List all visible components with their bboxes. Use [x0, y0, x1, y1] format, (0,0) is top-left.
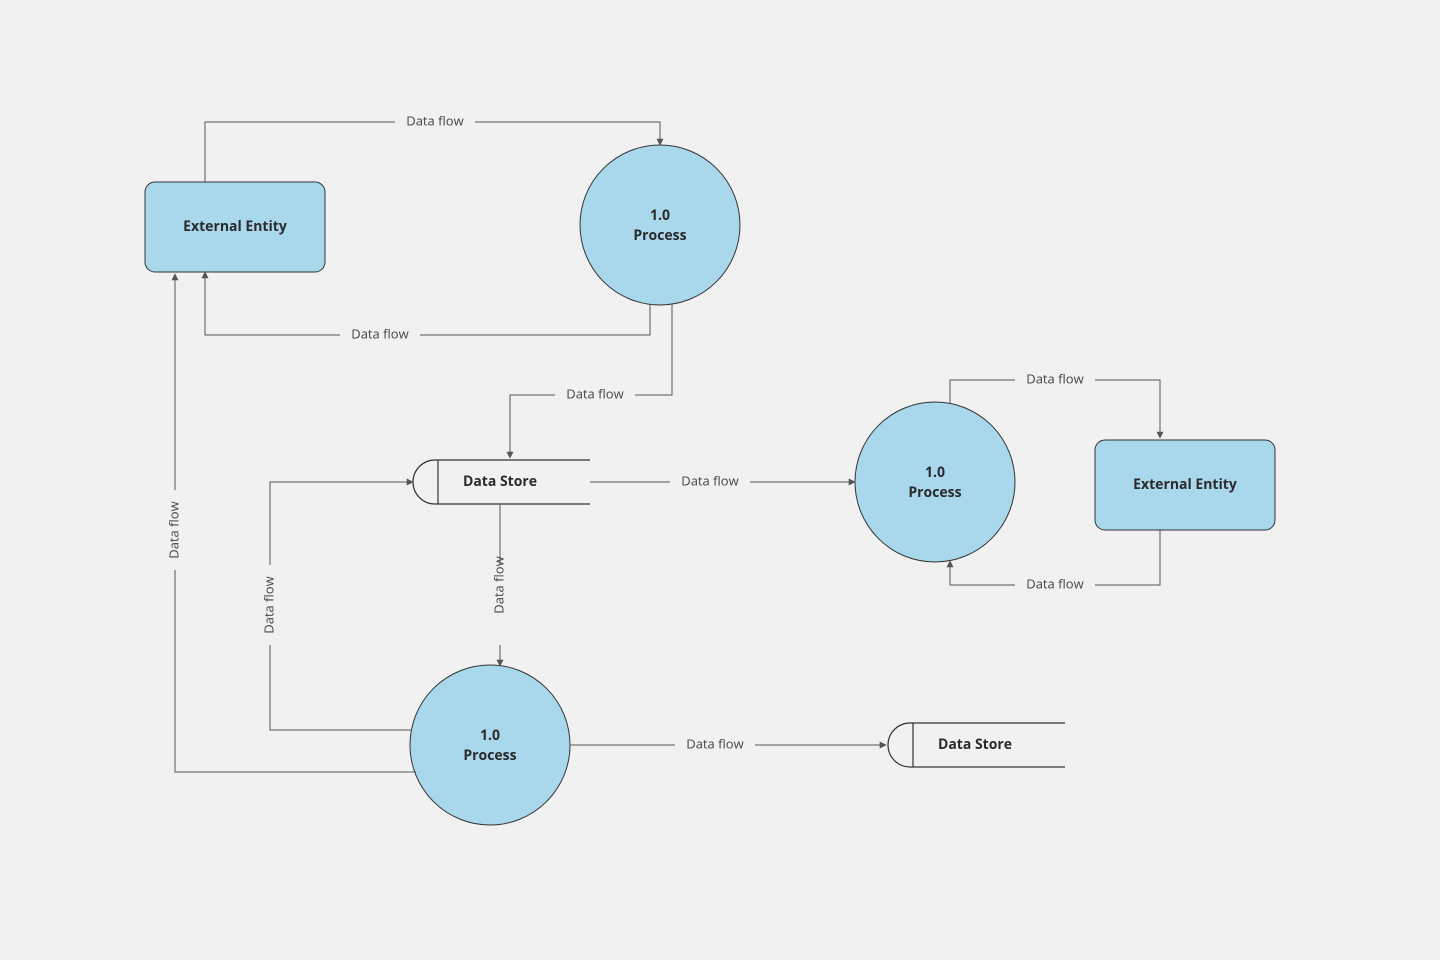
flow-process1-to-ds1: Data flow: [510, 304, 672, 458]
process-3-name: Process: [463, 746, 516, 765]
svg-text:Data flow: Data flow: [259, 576, 277, 633]
process-2-id: 1.0: [925, 463, 945, 482]
flow-ds1-to-process2: Data flow: [590, 471, 855, 492]
flow-process3-to-ds1: Data flow: [259, 482, 413, 730]
dfd-canvas: External Entity 1.0 Process Data Store 1…: [0, 0, 1440, 960]
flow-process3-to-ds2: Data flow: [570, 734, 886, 755]
process-1-id: 1.0: [650, 206, 670, 225]
external-entity-2-label: External Entity: [1133, 475, 1237, 494]
process-3[interactable]: 1.0 Process: [410, 665, 570, 825]
external-entity-2[interactable]: External Entity: [1095, 440, 1275, 530]
flow-ds1-to-process3: Data flow: [489, 504, 510, 666]
svg-text:Data flow: Data flow: [681, 471, 738, 489]
svg-text:Data flow: Data flow: [406, 111, 463, 129]
data-store-1[interactable]: Data Store: [413, 460, 590, 504]
data-store-2[interactable]: Data Store: [888, 723, 1065, 767]
process-2-name: Process: [908, 483, 961, 502]
svg-text:Data flow: Data flow: [686, 734, 743, 752]
flow-process1-to-entity1: Data flow: [205, 272, 650, 345]
process-3-id: 1.0: [480, 726, 500, 745]
external-entity-1[interactable]: External Entity: [145, 182, 325, 272]
svg-text:Data flow: Data flow: [164, 501, 182, 558]
external-entity-1-label: External Entity: [183, 217, 287, 236]
svg-text:Data flow: Data flow: [566, 384, 623, 402]
svg-text:Data flow: Data flow: [351, 324, 408, 342]
svg-text:Data flow: Data flow: [1026, 369, 1083, 387]
data-store-1-label: Data Store: [463, 472, 537, 491]
svg-text:Data flow: Data flow: [489, 556, 507, 613]
flow-entity1-to-process1: Data flow: [205, 111, 660, 182]
flow-process3-to-entity1: Data flow: [164, 274, 416, 772]
process-2[interactable]: 1.0 Process: [855, 402, 1015, 562]
data-store-2-label: Data Store: [938, 735, 1012, 754]
svg-text:Data flow: Data flow: [1026, 574, 1083, 592]
process-1-name: Process: [633, 226, 686, 245]
process-1[interactable]: 1.0 Process: [580, 145, 740, 305]
